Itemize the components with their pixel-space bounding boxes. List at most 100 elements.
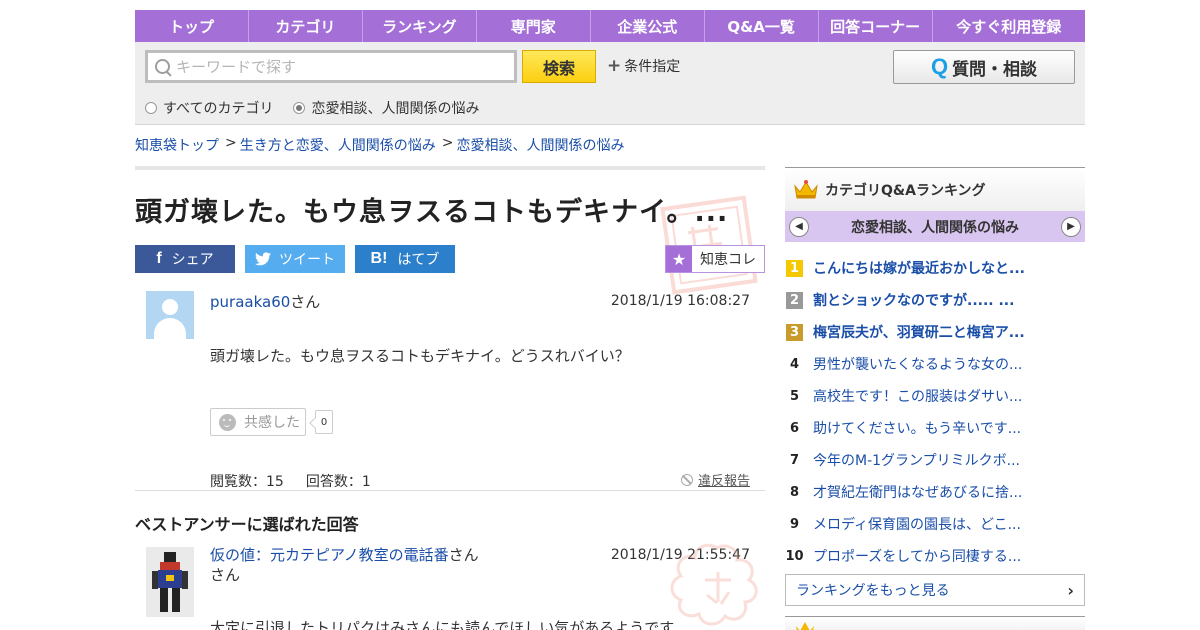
nav-item-answer-corner[interactable]: 回答コーナー [819, 10, 933, 42]
breadcrumb-item-top[interactable]: 知恵袋トップ [135, 135, 219, 155]
search-button[interactable]: 検索 [522, 50, 596, 83]
question-date: 2018/1/19 16:08:27 [610, 293, 750, 309]
breadcrumb-separator: > [225, 135, 237, 151]
search-input[interactable] [176, 57, 514, 76]
facebook-icon: f [156, 250, 162, 267]
next-section-header [785, 616, 1085, 630]
empathy-label: 共感した [244, 415, 300, 431]
divider [135, 166, 765, 170]
twitter-share-label: ツイート [279, 252, 335, 268]
rank-number: 5 [789, 388, 800, 404]
nav-item-register[interactable]: 今すぐ利用登録 [933, 10, 1085, 42]
nav-item-category[interactable]: カテゴリ [249, 10, 363, 42]
ranking-link[interactable]: 今年のM-1グランプリミルクボ... [813, 450, 1020, 470]
ranking-link[interactable]: 高校生です！この服装はダサい... [813, 386, 1022, 406]
crown-icon [794, 179, 818, 198]
rank-number: 9 [789, 516, 800, 532]
conditions-label: 条件指定 [624, 59, 681, 75]
avatar-body-shape [154, 318, 186, 339]
twitter-share-button[interactable]: ツイート [245, 245, 345, 273]
facebook-share-label: シェア [171, 252, 214, 268]
answer-count: 回答数：1 [305, 474, 371, 490]
honorific: さん [210, 566, 241, 584]
facebook-share-button[interactable]: f シェア [135, 245, 235, 273]
ranking-item[interactable]: 9 メロディ保育園の園長は、どこ... [785, 508, 1085, 540]
question-block: puraaka60さん 2018/1/19 16:08:27 頭ガ壊レた。もウ息… [135, 273, 765, 491]
report-link[interactable]: 違反報告 [680, 470, 750, 489]
breadcrumb: 知恵袋トップ > 生き方と恋愛、人間関係の悩み > 恋愛相談、人間関係の悩み [135, 135, 624, 155]
ranking-item[interactable]: 10 プロポーズをしてから同棲する... [785, 540, 1085, 572]
prev-category-button[interactable]: ◀ [789, 216, 809, 237]
ranking-category: 恋愛相談、人間関係の悩み [851, 219, 1019, 236]
question-author-link[interactable]: puraaka60 [210, 293, 290, 311]
nav-item-top[interactable]: トップ [135, 10, 249, 42]
report-label: 違反報告 [697, 474, 750, 489]
rank-badge: 1 [786, 259, 803, 277]
ranking-link[interactable]: プロポーズをしてから同棲する... [813, 546, 1021, 566]
twitter-bird-icon [255, 252, 271, 266]
ranking-link[interactable]: 梅宮辰夫が、羽賀研二と梅宮ア... [813, 322, 1025, 342]
nav-item-ranking[interactable]: ランキング [363, 10, 477, 42]
ranking-link[interactable]: 才賀紀左衛門はなぜあびるに捨... [813, 482, 1022, 502]
rank-number: 8 [789, 484, 800, 500]
ranking-item[interactable]: 7 今年のM-1グランプリミルクボ... [785, 444, 1085, 476]
nav-item-experts[interactable]: 専門家 [477, 10, 591, 42]
ranking-item[interactable]: 6 助けてください。もう辛いです... [785, 412, 1085, 444]
next-category-button[interactable]: ▶ [1061, 216, 1081, 237]
question-stats: 閲覧数：15 回答数：1 [210, 471, 393, 491]
empathy-area: 共感した 0 [210, 408, 333, 436]
scope-all-label: すべてのカテゴリ [163, 101, 274, 117]
breadcrumb-item-love[interactable]: 恋愛相談、人間関係の悩み [456, 135, 624, 155]
rank-number: 4 [789, 356, 800, 372]
crown-icon [796, 622, 814, 630]
ranking-sidebar: カテゴリQ&Aランキング ◀ 恋愛相談、人間関係の悩み ▶ 1 こんにちは嫁が最近… [785, 167, 1085, 630]
scope-current-label: 恋愛相談、人間関係の悩み [311, 101, 480, 117]
search-box[interactable] [145, 50, 517, 83]
scope-current-radio[interactable]: 恋愛相談、人間関係の悩み [293, 98, 479, 118]
avatar[interactable] [146, 291, 194, 339]
ranking-item[interactable]: 1 こんにちは嫁が最近おかしなと... [785, 252, 1085, 284]
ranking-item[interactable]: 2 割とショックなのですが..... ... [785, 284, 1085, 316]
chevron-right-icon: › [1067, 580, 1074, 600]
ranking-item[interactable]: 4 男性が襲いたくなるような女の... [785, 348, 1085, 380]
nav-item-qa-list[interactable]: Q&A一覧 [705, 10, 819, 42]
ranking-link[interactable]: 男性が襲いたくなるような女の... [813, 354, 1022, 374]
hatena-bookmark-button[interactable]: B! はてブ [355, 245, 455, 273]
ranking-link[interactable]: 割とショックなのですが..... ... [813, 290, 1014, 310]
rank-badge: 2 [786, 291, 803, 309]
ranking-item[interactable]: 3 梅宮辰夫が、羽賀研二と梅宮ア... [785, 316, 1085, 348]
ranking-item[interactable]: 8 才賀紀左衛門はなぜあびるに捨... [785, 476, 1085, 508]
honorific: さん [290, 293, 321, 311]
search-scope: すべてのカテゴリ 恋愛相談、人間関係の悩み [145, 98, 499, 118]
best-answer-stamp-icon [670, 543, 758, 626]
nav-item-official[interactable]: 企業公式 [591, 10, 705, 42]
ask-question-button[interactable]: Q 質問・相談 [893, 50, 1075, 84]
smile-icon [219, 413, 236, 431]
radio-selected-icon [293, 102, 306, 114]
ask-question-label: 質問・相談 [952, 59, 1038, 80]
question-author: puraaka60さん [210, 291, 320, 312]
ranking-link[interactable]: こんにちは嫁が最近おかしなと... [813, 258, 1025, 278]
ranking-list: 1 こんにちは嫁が最近おかしなと... 2 割とショックなのですが..... ...… [785, 252, 1085, 572]
empathy-button[interactable]: 共感した [210, 408, 306, 436]
ranking-link[interactable]: メロディ保育園の園長は、どこ... [813, 514, 1021, 534]
breadcrumb-item-life[interactable]: 生き方と恋愛、人間関係の悩み [240, 135, 436, 155]
answerer-name: 仮の値：元カテピアノ教室の電話番さん さん [210, 545, 485, 585]
chiecolle-button[interactable]: ★ 知恵コレ [665, 245, 765, 273]
honorific: さん [448, 546, 479, 564]
global-nav: トップ カテゴリ ランキング 専門家 企業公式 Q&A一覧 回答コーナー 今すぐ… [135, 10, 1085, 42]
ranking-link[interactable]: 助けてください。もう辛いです... [813, 418, 1021, 438]
conditions-toggle[interactable]: + 条件指定 [607, 56, 680, 76]
radio-icon [145, 102, 157, 114]
scope-all-radio[interactable]: すべてのカテゴリ [145, 98, 273, 118]
ranking-item[interactable]: 5 高校生です！この服装はダサい... [785, 380, 1085, 412]
ranking-category-bar: ◀ 恋愛相談、人間関係の悩み ▶ [785, 211, 1085, 242]
rank-number: 10 [785, 548, 804, 564]
best-answer-heading: ベストアンサーに選ばれた回答 [135, 515, 359, 534]
hatena-bookmark-label: はてブ [397, 252, 440, 268]
answerer-avatar[interactable] [146, 547, 194, 617]
avatar-head-shape [162, 299, 178, 315]
ranking-more-link[interactable]: ランキングをもっと見る › [785, 574, 1085, 606]
hatena-icon: B! [370, 250, 388, 267]
answerer-link[interactable]: 仮の値：元カテピアノ教室の電話番 [210, 546, 449, 564]
